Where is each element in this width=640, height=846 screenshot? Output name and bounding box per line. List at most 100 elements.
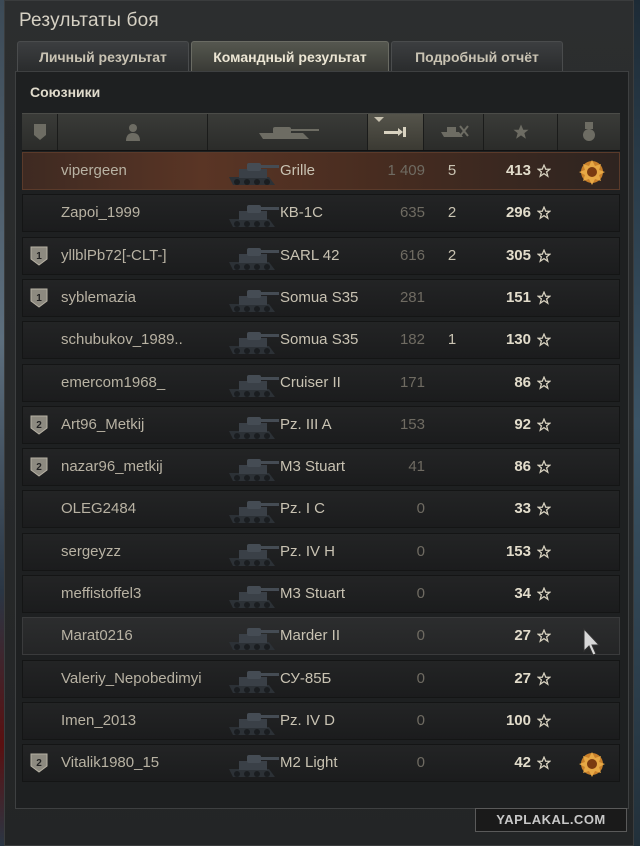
vehicle-name: Pz. IV D [280, 711, 336, 729]
xp-star-icon [536, 332, 552, 352]
table-row[interactable]: sergeyzz Pz. IV H 0 153 [22, 532, 620, 571]
xp-value: 151 [505, 288, 531, 306]
platoon-badge-icon: 1 [30, 246, 48, 271]
xp-value: 34 [514, 585, 531, 602]
kills-value: 2 [447, 246, 457, 264]
xp-value: 296 [505, 204, 531, 222]
tab-team-result[interactable]: Командный результат [191, 41, 389, 71]
damage-value: 0 [416, 669, 425, 687]
damage-value: 1 409 [387, 162, 425, 179]
player-name: syblemazia [61, 288, 137, 306]
xp-value: 86 [514, 373, 531, 391]
xp-star-icon [536, 459, 552, 479]
vehicle-name: Somua S35 [280, 288, 359, 306]
xp-star-icon [536, 755, 552, 775]
table-row[interactable]: 2 Art96_Metkij Pz. III A 153 92 [22, 405, 620, 444]
platoon-badge-icon: 2 [30, 753, 48, 778]
vehicle-icon [225, 705, 281, 744]
damage-value: 171 [399, 373, 425, 391]
player-name: schubukov_1989.. [61, 331, 183, 349]
kills-value: 5 [447, 162, 457, 179]
table-row[interactable]: emercom1968_ Cruiser II 171 86 [22, 363, 620, 402]
vehicle-name: Pz. IV H [280, 542, 336, 560]
player-name: yllblPb72[-CLT-] [61, 246, 167, 264]
table-row[interactable]: meffistoffel3 M3 Stuart 0 34 [22, 575, 620, 613]
xp-value: 92 [514, 415, 531, 433]
table-row[interactable]: OLEG2484 Pz. I C 0 33 [22, 490, 620, 529]
table-row[interactable]: vipergeen Grille 1 409 5 413 [22, 152, 620, 190]
vehicle-icon [225, 240, 281, 279]
xp-column-header[interactable] [484, 114, 558, 150]
xp-star-icon [536, 586, 552, 606]
xp-star-icon [536, 163, 552, 183]
player-name: Marat0216 [61, 627, 133, 645]
vehicle-name: M3 Stuart [280, 458, 346, 476]
table-row[interactable]: 1 syblemazia Somua S35 281 151 [22, 278, 620, 317]
table-row[interactable]: schubukov_1989.. Somua S35 182 1 130 [22, 321, 620, 360]
tank-icon [258, 127, 319, 139]
player-name: Vitalik1980_15 [61, 754, 160, 772]
vehicle-icon [225, 367, 281, 406]
player-name: sergeyzz [61, 542, 122, 560]
damage-value: 281 [399, 288, 425, 306]
xp-star-icon [536, 248, 552, 268]
platoon-number: 2 [36, 420, 42, 431]
xp-value: 413 [505, 162, 531, 179]
tab-detailed-report[interactable]: Подробный отчёт [391, 41, 563, 71]
damage-value: 0 [416, 585, 425, 602]
table-row[interactable]: 2 Vitalik1980_15 M2 Light 0 42 [22, 744, 620, 783]
table-row[interactable]: Imen_2013 Pz. IV D 0 100 [22, 701, 620, 740]
vehicle-name: Somua S35 [280, 331, 359, 349]
player-name: emercom1968_ [61, 373, 166, 391]
medal-icon [583, 122, 595, 141]
xp-value: 100 [505, 711, 531, 729]
damage-column-header[interactable] [368, 114, 424, 150]
table-row[interactable]: 1 yllblPb72[-CLT-] SARL 42 616 2 305 [22, 236, 620, 275]
window-title: Результаты боя [19, 10, 159, 31]
medal-column-header[interactable] [558, 114, 620, 150]
table-row[interactable]: Marat0216 Marder II 0 27 [22, 617, 620, 656]
damage-value: 0 [416, 627, 425, 645]
table-row[interactable]: 2 nazar96_metkij M3 Stuart 41 86 [22, 448, 620, 487]
player-name: meffistoffel3 [61, 585, 142, 602]
kills-value [441, 576, 463, 612]
platoon-badge-icon: 2 [30, 457, 48, 482]
kills-value [441, 703, 463, 739]
kills-value [441, 407, 463, 443]
tab-bar: Личный результат Командный результат Под… [17, 41, 627, 71]
kills-value [441, 365, 463, 401]
kills-value [441, 534, 463, 570]
vehicle-name: Pz. I C [280, 500, 326, 518]
xp-star-icon [536, 671, 552, 691]
xp-star-icon [536, 375, 552, 395]
vehicle-column-header[interactable] [208, 114, 368, 150]
kills-column-header[interactable] [424, 114, 484, 150]
player-column-header[interactable] [58, 114, 208, 150]
damage-value: 0 [416, 542, 425, 560]
vehicle-icon [225, 493, 281, 532]
xp-star-icon [536, 713, 552, 733]
platoon-number: 2 [36, 758, 42, 769]
kills-value: 1 [447, 331, 457, 349]
tab-personal-result[interactable]: Личный результат [17, 41, 189, 71]
damage-value: 41 [408, 458, 425, 476]
medal-icon[interactable] [578, 751, 606, 782]
table-row[interactable]: Zapoi_1999 КВ-1С 635 2 296 [22, 194, 620, 233]
player-name: nazar96_metkij [61, 458, 163, 476]
xp-star-icon [536, 501, 552, 521]
section-title: Союзники [30, 84, 101, 100]
vehicle-name: Marder II [280, 627, 341, 645]
kills-value [441, 618, 463, 654]
kills-value [441, 745, 463, 781]
vehicle-name: СУ-85Б [280, 669, 332, 687]
player-name: vipergeen [61, 162, 127, 179]
player-name: OLEG2484 [61, 500, 137, 518]
table-row[interactable]: Valeriy_Nepobedimyi СУ-85Б 0 27 [22, 659, 620, 698]
damage-value: 182 [399, 331, 425, 349]
xp-value: 86 [514, 458, 531, 476]
medal-icon[interactable] [578, 159, 606, 190]
xp-value: 27 [514, 627, 531, 645]
kills-value [441, 449, 463, 485]
kills-value [441, 491, 463, 527]
platoon-column-header[interactable] [22, 114, 58, 150]
